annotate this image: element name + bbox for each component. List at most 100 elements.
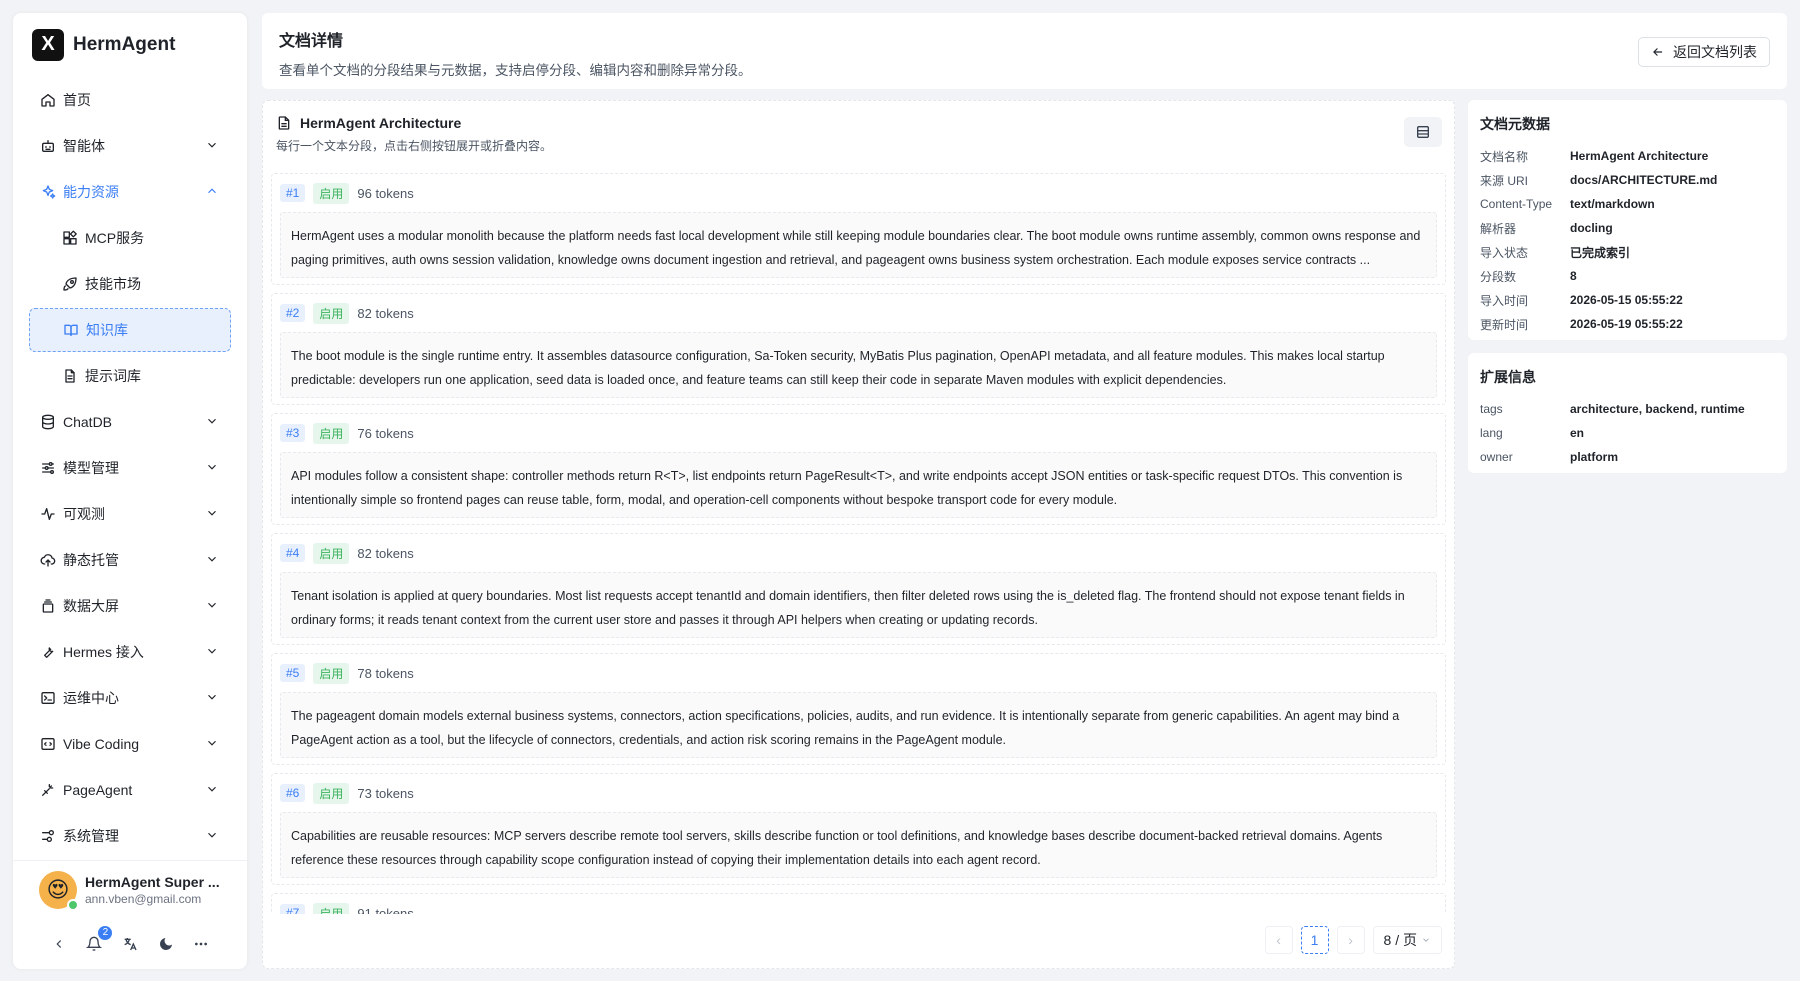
document-icon [278,116,290,130]
kv-value: HermAgent Architecture [1570,149,1709,163]
kv-key: owner [1480,450,1513,464]
back-button-label: 返回文档列表 [1673,44,1757,60]
segment-header: #2 启用 82 tokens [280,302,1437,324]
segment-text[interactable]: API modules follow a consistent shape: c… [280,452,1437,518]
sidebar-item-12[interactable]: Hermes 接入 [29,630,231,674]
segment-header: #6 启用 73 tokens [280,782,1437,804]
sidebar-item-label: 模型管理 [63,460,119,477]
kv-value: text/markdown [1570,197,1655,211]
chevron-down-icon [205,460,219,474]
segment-item[interactable]: #7 启用 91 tokens [271,893,1446,914]
sidebar-item-1[interactable]: 智能体 [29,124,231,168]
page-description: 查看单个文档的分段结果与元数据，支持启停分段、编辑内容和删除异常分段。 [279,63,752,78]
sidebar-item-7[interactable]: ChatDB [29,400,231,444]
segment-number: #4 [280,544,306,562]
sidebar-item-5[interactable]: 知识库 [29,308,231,353]
bell-icon[interactable]: 2 [82,926,113,956]
kv-key: Content-Type [1480,197,1553,211]
sidebar-item-label: Hermes 接入 [63,644,144,661]
moon-icon[interactable] [154,932,178,956]
segment-status-badge[interactable]: 启用 [313,782,350,804]
segment-item[interactable]: #6 启用 73 tokens Capabilities are reusable r… [271,773,1446,885]
segment-text[interactable]: Capabilities are reusable resources: MCP… [280,812,1437,878]
layout-toggle-button[interactable] [1404,117,1442,147]
next-page-button[interactable]: › [1336,926,1365,954]
user-profile[interactable]: 😍 HermAgent Super ... ann.vben@gmail.com [13,860,247,919]
document-subtitle: 每行一个文本分段，点击右侧按钮展开或折叠内容。 [276,139,553,153]
segment-text[interactable]: The pageagent domain models external bus… [280,692,1437,758]
page-size-value: 8 / 页 [1383,932,1417,948]
sidebar-item-6[interactable]: 提示词库 [29,354,231,398]
sidebar-item-4[interactable]: 技能市场 [29,262,231,306]
database-icon [39,413,57,431]
home-icon [39,91,57,109]
sidebar-item-10[interactable]: 静态托管 [29,538,231,582]
chevron-down-icon [205,782,219,796]
kv-row: 导入时间 2026-05-15 05:55:22 [1480,288,1775,312]
blocks-icon [61,229,79,247]
segment-item[interactable]: #3 启用 76 tokens API modules follow a consis… [271,413,1446,525]
sidebar-item-3[interactable]: MCP服务 [29,216,231,260]
segment-status-badge[interactable]: 启用 [313,902,350,914]
cloud-upload-icon [39,551,57,569]
logo-row[interactable]: X HermAgent [13,13,247,76]
sidebar-item-9[interactable]: 可观测 [29,492,231,536]
sidebar-item-15[interactable]: PageAgent [29,768,231,812]
segment-status-badge[interactable]: 启用 [313,422,350,444]
segment-tokens: 76 tokens [357,425,414,441]
sidebar-item-0[interactable]: 首页 [29,78,231,122]
kv-value: 2026-05-15 05:55:22 [1570,293,1683,307]
segment-item[interactable]: #2 启用 82 tokens The boot module is the sing… [271,293,1446,405]
kv-value: 已完成索引 [1570,245,1631,260]
segment-tokens: 78 tokens [357,665,414,681]
segment-status-badge[interactable]: 启用 [313,542,350,564]
kv-value: docs/ARCHITECTURE.md [1570,173,1718,187]
kv-key: tags [1480,402,1503,416]
collapse-icon[interactable] [47,932,71,956]
sidebar-item-11[interactable]: 数据大屏 [29,584,231,628]
segment-text[interactable]: The boot module is the single runtime en… [280,332,1437,398]
segment-tokens: 82 tokens [357,545,414,561]
file-text-icon [61,367,79,385]
pagination: ‹ 1 › 8 / 页 [1264,926,1442,954]
chevron-up-icon [205,184,219,198]
prev-page-button[interactable]: ‹ [1264,926,1293,954]
segment-text[interactable]: Tenant isolation is applied at query bou… [280,572,1437,638]
segment-text[interactable]: HermAgent uses a modular monolith becaus… [280,212,1437,278]
sidebar-item-13[interactable]: 运维中心 [29,676,231,720]
back-to-list-button[interactable]: 返回文档列表 [1638,37,1770,67]
kv-key: 更新时间 [1480,317,1529,332]
kv-row: 来源 URI docs/ARCHITECTURE.md [1480,168,1775,192]
segment-status-badge[interactable]: 启用 [313,182,350,204]
document-card: HermAgent Architecture 每行一个文本分段，点击右侧按钮展开… [262,100,1455,969]
segment-item[interactable]: #4 启用 82 tokens Tenant isolation is applied… [271,533,1446,645]
page-number[interactable]: 1 [1300,926,1329,954]
translate-icon[interactable] [118,932,142,956]
kv-row: 更新时间 2026-05-19 05:55:22 [1480,312,1775,336]
more-icon[interactable] [189,932,213,956]
extension-panel: 扩展信息 tags architecture, backend, runtime l… [1468,353,1787,473]
segment-item[interactable]: #1 启用 96 tokens HermAgent uses a modular mo… [271,173,1446,285]
kv-row: lang en [1480,421,1775,445]
segment-status-badge[interactable]: 启用 [313,302,350,324]
segment-number: #5 [280,664,306,682]
sidebar-item-2[interactable]: 能力资源 [29,170,231,214]
sliders-icon [39,459,57,477]
kv-key: lang [1480,426,1503,440]
chevron-down-icon [205,414,219,428]
sidebar-item-14[interactable]: Vibe Coding [29,722,231,766]
segment-header: #1 启用 96 tokens [280,182,1437,204]
page-size-select[interactable]: 8 / 页 [1372,926,1442,954]
segment-item[interactable]: #5 启用 78 tokens The pageagent domain models… [271,653,1446,765]
sidebar-item-16[interactable]: 系统管理 [29,814,231,858]
sidebar-item-8[interactable]: 模型管理 [29,446,231,490]
kv-row: owner platform [1480,445,1775,469]
segment-status-badge[interactable]: 启用 [313,662,350,684]
sidebar-item-label: 数据大屏 [63,598,119,615]
sidebar: X HermAgent 首页 智能体 能力资源 MCP服务 技能市场 知识库 提示词库 Cha… [13,13,247,969]
sidebar-item-label: 运维中心 [63,690,119,707]
rocket-icon [61,275,79,293]
kv-value: 2026-05-19 05:55:22 [1570,317,1683,331]
segment-tokens: 82 tokens [357,305,414,321]
sidebar-tools: 2 [13,920,247,969]
